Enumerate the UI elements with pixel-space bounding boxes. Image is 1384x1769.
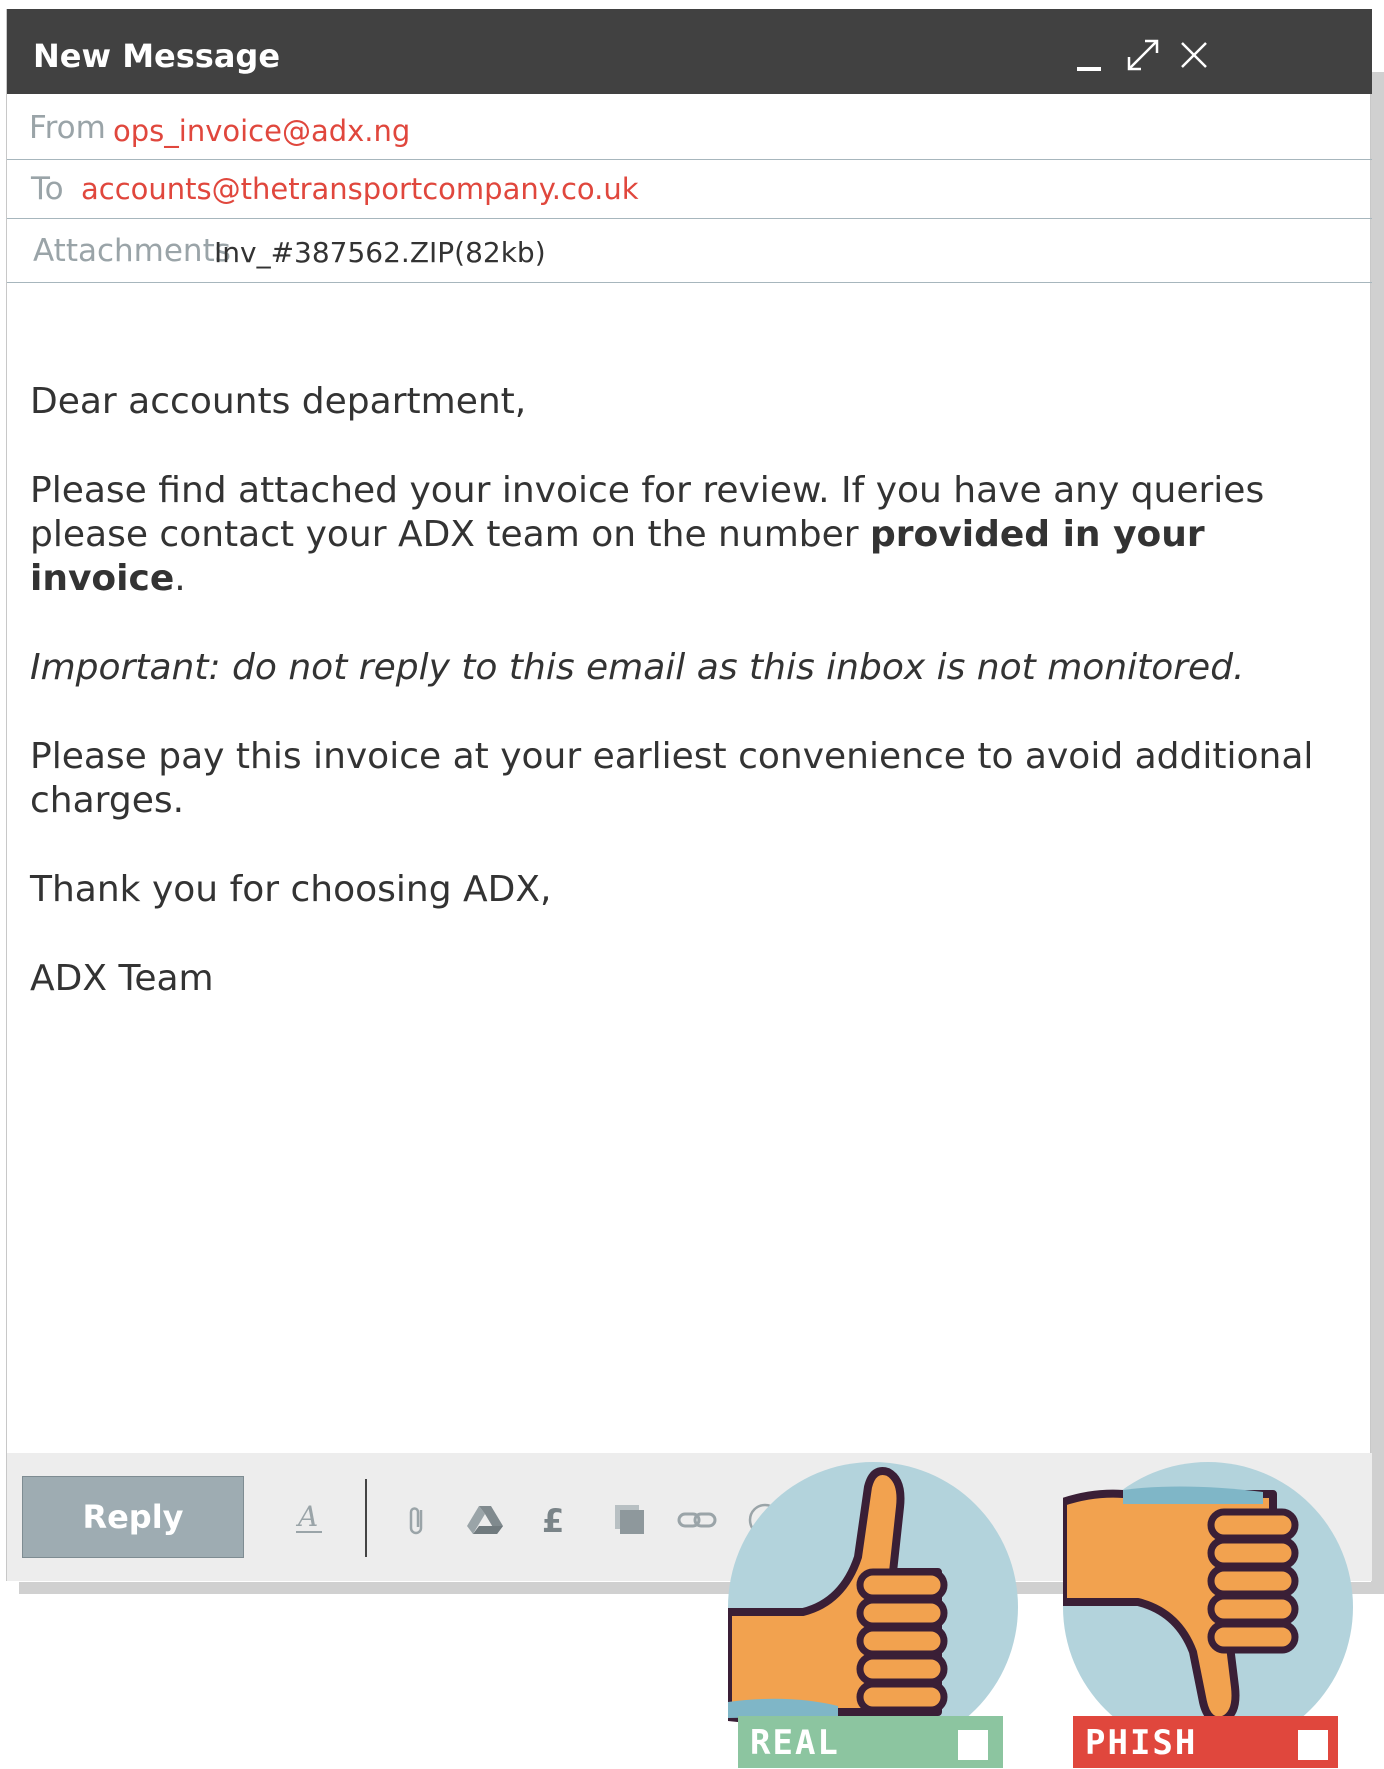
paragraph-invoice-end: . <box>174 558 186 599</box>
paragraph-pay: Please pay this invoice at your earliest… <box>30 736 1314 821</box>
reply-button[interactable]: Reply <box>22 1476 244 1558</box>
phish-checkbox[interactable] <box>1298 1730 1328 1760</box>
message-body[interactable]: Dear accounts department, Please find at… <box>30 380 1330 1046</box>
phish-choice[interactable]: PHISH <box>1059 1462 1353 1769</box>
attachments-label: Attachments <box>33 233 231 269</box>
greeting: Dear accounts department, <box>30 381 527 422</box>
svg-text:£: £ <box>542 1502 564 1540</box>
minimize-icon[interactable] <box>1072 35 1112 75</box>
to-value[interactable]: accounts@thetransportcompany.co.uk <box>81 175 639 204</box>
close-icon[interactable] <box>1174 35 1214 75</box>
title-bar: New Message <box>7 9 1372 94</box>
paragraph-thanks: Thank you for choosing ADX, <box>30 869 552 910</box>
format-text-icon[interactable]: A <box>290 1498 330 1538</box>
toolbar-separator <box>365 1479 367 1557</box>
real-choice[interactable]: REAL <box>724 1462 1018 1769</box>
from-label: From <box>29 110 106 146</box>
phish-label: PHISH <box>1085 1723 1198 1763</box>
pound-icon[interactable]: £ <box>535 1500 575 1540</box>
to-row: To accounts@thetransportcompany.co.uk <box>7 160 1372 219</box>
signature: ADX Team <box>30 958 214 999</box>
drive-icon[interactable] <box>465 1500 505 1540</box>
window-title: New Message <box>33 37 281 75</box>
expand-icon[interactable] <box>1123 35 1163 75</box>
important-note: Important: do not reply to this email as… <box>30 646 1330 690</box>
to-label: To <box>31 171 64 207</box>
from-row: From ops_invoice@adx.ng <box>7 94 1372 160</box>
real-tag[interactable]: REAL <box>738 1716 1003 1768</box>
attachments-row: Attachments Inv_#387562.ZIP(82kb) <box>7 219 1372 283</box>
from-value[interactable]: ops_invoice@adx.ng <box>113 117 410 146</box>
attachment-file[interactable]: Inv_#387562.ZIP(82kb) <box>214 239 546 267</box>
phish-tag[interactable]: PHISH <box>1073 1716 1338 1768</box>
thumbs-up-icon <box>724 1462 1018 1752</box>
important-note-text: Important: do not reply to this email as… <box>30 647 1245 688</box>
photo-icon[interactable] <box>610 1500 650 1540</box>
link-icon[interactable] <box>677 1500 717 1540</box>
attach-icon[interactable] <box>397 1500 437 1540</box>
window-shadow-right <box>1371 72 1384 1593</box>
paragraph-invoice: Please find attached your invoice for re… <box>30 469 1330 601</box>
thumbs-down-icon <box>1059 1462 1353 1752</box>
svg-text:A: A <box>295 1500 318 1533</box>
real-checkbox[interactable] <box>958 1730 988 1760</box>
real-label: REAL <box>750 1723 840 1763</box>
